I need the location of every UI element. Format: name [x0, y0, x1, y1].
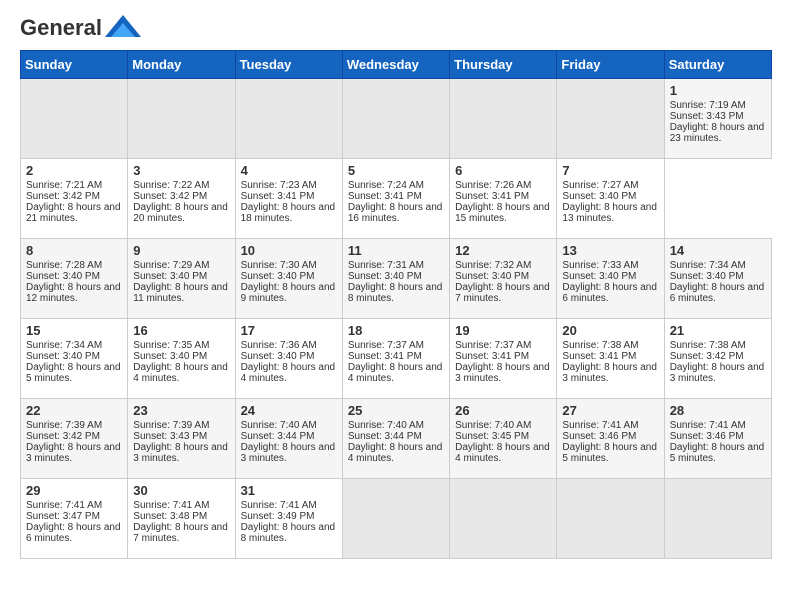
logo-text: General: [20, 16, 102, 40]
calendar-cell-day-1: 1Sunrise: 7:19 AMSunset: 3:43 PMDaylight…: [664, 79, 771, 159]
empty-cell: [450, 479, 557, 559]
header-day-friday: Friday: [557, 51, 664, 79]
empty-cell: [450, 79, 557, 159]
calendar-cell-day-22: 22Sunrise: 7:39 AMSunset: 3:42 PMDayligh…: [21, 399, 128, 479]
calendar-cell-day-15: 15Sunrise: 7:34 AMSunset: 3:40 PMDayligh…: [21, 319, 128, 399]
calendar-cell-day-20: 20Sunrise: 7:38 AMSunset: 3:41 PMDayligh…: [557, 319, 664, 399]
empty-cell: [664, 479, 771, 559]
calendar-table: SundayMondayTuesdayWednesdayThursdayFrid…: [20, 50, 772, 559]
calendar-cell-day-31: 31Sunrise: 7:41 AMSunset: 3:49 PMDayligh…: [235, 479, 342, 559]
logo: General: [20, 16, 141, 40]
calendar-week-5: 22Sunrise: 7:39 AMSunset: 3:42 PMDayligh…: [21, 399, 772, 479]
logo-icon: [105, 15, 141, 37]
empty-cell: [557, 79, 664, 159]
empty-cell: [235, 79, 342, 159]
calendar-cell-day-25: 25Sunrise: 7:40 AMSunset: 3:44 PMDayligh…: [342, 399, 449, 479]
calendar-cell-day-27: 27Sunrise: 7:41 AMSunset: 3:46 PMDayligh…: [557, 399, 664, 479]
calendar-cell-day-30: 30Sunrise: 7:41 AMSunset: 3:48 PMDayligh…: [128, 479, 235, 559]
calendar-cell-day-17: 17Sunrise: 7:36 AMSunset: 3:40 PMDayligh…: [235, 319, 342, 399]
empty-cell: [21, 79, 128, 159]
calendar-cell-day-4: 4Sunrise: 7:23 AMSunset: 3:41 PMDaylight…: [235, 159, 342, 239]
empty-cell: [342, 79, 449, 159]
calendar-cell-day-8: 8Sunrise: 7:28 AMSunset: 3:40 PMDaylight…: [21, 239, 128, 319]
empty-cell: [128, 79, 235, 159]
calendar-cell-day-18: 18Sunrise: 7:37 AMSunset: 3:41 PMDayligh…: [342, 319, 449, 399]
header-day-thursday: Thursday: [450, 51, 557, 79]
calendar-cell-day-11: 11Sunrise: 7:31 AMSunset: 3:40 PMDayligh…: [342, 239, 449, 319]
calendar-cell-day-16: 16Sunrise: 7:35 AMSunset: 3:40 PMDayligh…: [128, 319, 235, 399]
header-day-sunday: Sunday: [21, 51, 128, 79]
calendar-cell-day-5: 5Sunrise: 7:24 AMSunset: 3:41 PMDaylight…: [342, 159, 449, 239]
header-day-tuesday: Tuesday: [235, 51, 342, 79]
calendar-week-6: 29Sunrise: 7:41 AMSunset: 3:47 PMDayligh…: [21, 479, 772, 559]
calendar-cell-day-14: 14Sunrise: 7:34 AMSunset: 3:40 PMDayligh…: [664, 239, 771, 319]
calendar-cell-day-24: 24Sunrise: 7:40 AMSunset: 3:44 PMDayligh…: [235, 399, 342, 479]
header-day-saturday: Saturday: [664, 51, 771, 79]
header: General: [20, 16, 772, 40]
empty-cell: [342, 479, 449, 559]
calendar-week-1: 1Sunrise: 7:19 AMSunset: 3:43 PMDaylight…: [21, 79, 772, 159]
calendar-week-3: 8Sunrise: 7:28 AMSunset: 3:40 PMDaylight…: [21, 239, 772, 319]
calendar-cell-day-7: 7Sunrise: 7:27 AMSunset: 3:40 PMDaylight…: [557, 159, 664, 239]
calendar-cell-day-13: 13Sunrise: 7:33 AMSunset: 3:40 PMDayligh…: [557, 239, 664, 319]
calendar-cell-day-19: 19Sunrise: 7:37 AMSunset: 3:41 PMDayligh…: [450, 319, 557, 399]
calendar-cell-day-28: 28Sunrise: 7:41 AMSunset: 3:46 PMDayligh…: [664, 399, 771, 479]
calendar-cell-day-26: 26Sunrise: 7:40 AMSunset: 3:45 PMDayligh…: [450, 399, 557, 479]
calendar-body: 1Sunrise: 7:19 AMSunset: 3:43 PMDaylight…: [21, 79, 772, 559]
calendar-cell-day-21: 21Sunrise: 7:38 AMSunset: 3:42 PMDayligh…: [664, 319, 771, 399]
calendar-cell-day-23: 23Sunrise: 7:39 AMSunset: 3:43 PMDayligh…: [128, 399, 235, 479]
calendar-cell-day-2: 2Sunrise: 7:21 AMSunset: 3:42 PMDaylight…: [21, 159, 128, 239]
calendar-cell-day-3: 3Sunrise: 7:22 AMSunset: 3:42 PMDaylight…: [128, 159, 235, 239]
calendar-cell-day-10: 10Sunrise: 7:30 AMSunset: 3:40 PMDayligh…: [235, 239, 342, 319]
calendar-cell-day-6: 6Sunrise: 7:26 AMSunset: 3:41 PMDaylight…: [450, 159, 557, 239]
calendar-week-4: 15Sunrise: 7:34 AMSunset: 3:40 PMDayligh…: [21, 319, 772, 399]
calendar-cell-day-29: 29Sunrise: 7:41 AMSunset: 3:47 PMDayligh…: [21, 479, 128, 559]
calendar-week-2: 2Sunrise: 7:21 AMSunset: 3:42 PMDaylight…: [21, 159, 772, 239]
header-day-wednesday: Wednesday: [342, 51, 449, 79]
empty-cell: [557, 479, 664, 559]
calendar-header-row: SundayMondayTuesdayWednesdayThursdayFrid…: [21, 51, 772, 79]
header-day-monday: Monday: [128, 51, 235, 79]
calendar-cell-day-12: 12Sunrise: 7:32 AMSunset: 3:40 PMDayligh…: [450, 239, 557, 319]
calendar-cell-day-9: 9Sunrise: 7:29 AMSunset: 3:40 PMDaylight…: [128, 239, 235, 319]
